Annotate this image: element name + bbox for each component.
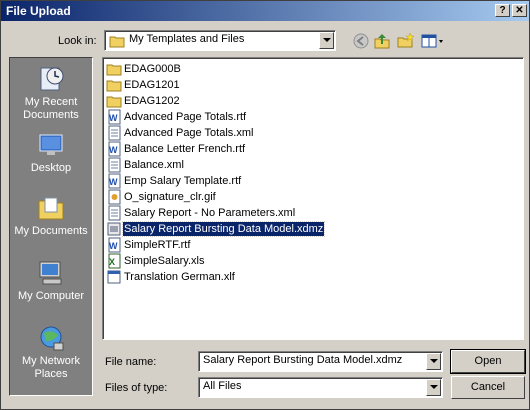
place-my-computer[interactable]: My Computer	[10, 258, 92, 303]
place-label: My Network Places	[21, 355, 81, 380]
look-in-dropdown[interactable]: My Templates and Files	[104, 30, 336, 51]
file-name: EDAG1201	[124, 79, 180, 91]
svg-text:W: W	[109, 145, 118, 155]
xlf-file-icon	[107, 270, 121, 284]
places-bar: My Recent Documents Desktop My Documents…	[9, 57, 93, 396]
place-label: My Documents	[14, 225, 88, 237]
file-name-input[interactable]: Salary Report Bursting Data Model.xdmz	[198, 351, 443, 372]
place-recent-documents[interactable]: My Recent Documents	[10, 64, 92, 122]
file-name: Advanced Page Totals.rtf	[124, 111, 247, 123]
file-type-label: Files of type:	[105, 382, 168, 394]
svg-text:W: W	[109, 177, 118, 187]
file-list[interactable]: EDAG000B EDAG1201 EDAG1202 W Advanced Page T…	[102, 57, 524, 340]
file-name: Balance.xml	[124, 159, 184, 171]
gif-file-icon	[108, 189, 121, 205]
file-type-dropdown[interactable]: All Files	[198, 377, 443, 398]
cancel-button[interactable]: Cancel	[451, 376, 525, 399]
file-name: SimpleRTF.rtf	[124, 239, 191, 251]
my-computer-icon	[39, 261, 62, 285]
place-network-places[interactable]: My Network Places	[10, 323, 92, 381]
file-type-value: All Files	[203, 380, 242, 392]
title-bar[interactable]: File Upload ? ✕	[1, 1, 529, 21]
file-name: O_signature_clr.gif	[124, 191, 216, 203]
rtf-file-icon: W	[108, 141, 121, 157]
file-name: Translation German.xlf	[124, 271, 235, 283]
place-label: Desktop	[30, 162, 72, 174]
up-folder-icon[interactable]	[373, 32, 391, 50]
svg-text:W: W	[109, 241, 118, 251]
rtf-file-icon: W	[108, 237, 121, 253]
folder-icon	[109, 36, 125, 48]
place-desktop[interactable]: Desktop	[10, 130, 92, 175]
chevron-down-icon[interactable]	[426, 379, 441, 396]
back-icon[interactable]	[352, 32, 370, 50]
file-name: EDAG1202	[124, 95, 180, 107]
chevron-down-icon[interactable]	[319, 32, 334, 49]
xml-file-icon	[108, 125, 121, 141]
new-folder-icon[interactable]	[397, 32, 415, 50]
window-title: File Upload	[6, 4, 71, 18]
file-name: EDAG000B	[124, 63, 181, 75]
file-name: Advanced Page Totals.xml	[124, 127, 254, 139]
close-button[interactable]: ✕	[512, 4, 527, 17]
chevron-down-icon[interactable]	[426, 353, 441, 370]
file-name: Salary Report Bursting Data Model.xdmz	[121, 221, 326, 237]
recent-documents-icon	[40, 67, 64, 91]
xdmz-file-icon	[107, 222, 121, 236]
svg-text:X: X	[109, 257, 115, 267]
folder-icon	[106, 96, 122, 108]
file-name-value: Salary Report Bursting Data Model.xdmz	[203, 354, 403, 366]
xls-file-icon: X	[108, 253, 121, 269]
place-label: My Computer	[17, 290, 85, 302]
file-name: SimpleSalary.xls	[124, 255, 205, 267]
place-my-documents[interactable]: My Documents	[10, 193, 92, 238]
desktop-icon	[39, 134, 63, 155]
help-button[interactable]: ?	[495, 4, 510, 17]
file-name: Salary Report - No Parameters.xml	[124, 207, 296, 219]
svg-text:W: W	[109, 113, 118, 123]
file-name: Balance Letter French.rtf	[124, 143, 246, 155]
rtf-file-icon: W	[108, 109, 121, 125]
file-upload-dialog: File Upload ? ✕ Look in: My Templates an…	[0, 0, 530, 410]
folder-icon	[106, 80, 122, 92]
open-button[interactable]: Open	[450, 349, 526, 374]
look-in-value: My Templates and Files	[129, 33, 245, 45]
place-label: My Recent Documents	[23, 96, 79, 121]
view-menu-icon[interactable]	[420, 32, 446, 50]
folder-icon	[106, 64, 122, 76]
my-documents-icon	[38, 197, 64, 220]
look-in-label: Look in:	[58, 35, 97, 47]
xml-file-icon	[108, 157, 121, 173]
xml-file-icon	[108, 205, 121, 221]
file-name: Emp Salary Template.rtf	[124, 175, 242, 187]
file-name-label: File name:	[105, 356, 157, 368]
network-places-icon	[40, 326, 64, 351]
rtf-file-icon: W	[108, 173, 121, 189]
